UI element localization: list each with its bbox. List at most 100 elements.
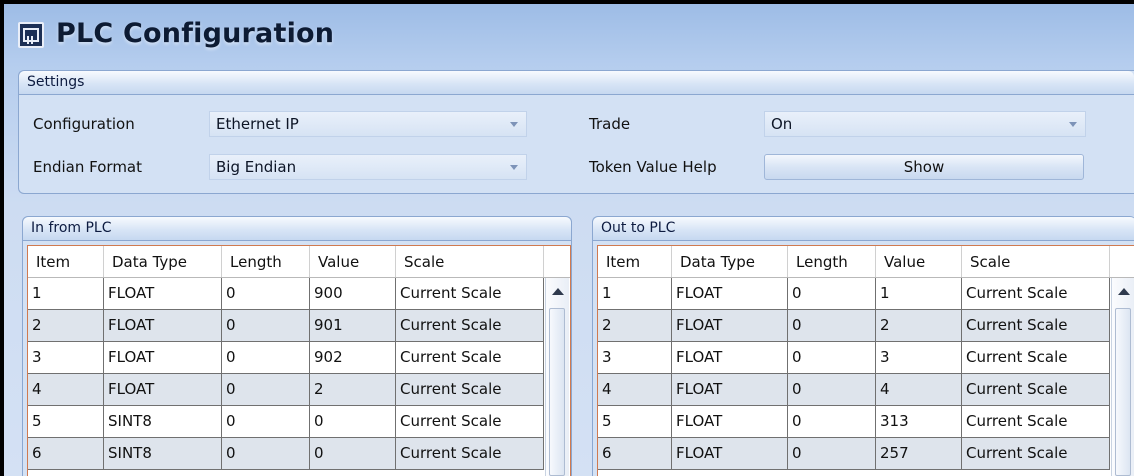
cell-data-type[interactable]: FLOAT bbox=[672, 342, 788, 374]
cell-item[interactable]: 5 bbox=[598, 406, 672, 438]
cell-scale[interactable]: Current Scale bbox=[396, 406, 544, 438]
cell-item[interactable]: 6 bbox=[28, 438, 104, 470]
cell-length[interactable]: 0 bbox=[788, 342, 876, 374]
cell-value[interactable]: 900 bbox=[310, 278, 396, 310]
cell-value[interactable]: 0 bbox=[310, 438, 396, 470]
table-row[interactable]: 5 SINT8 0 0 Current Scale bbox=[28, 406, 544, 438]
cell-value[interactable]: 0 bbox=[310, 406, 396, 438]
table-row[interactable]: 4 FLOAT 0 2 Current Scale bbox=[28, 374, 544, 406]
cell-value[interactable]: 901 bbox=[310, 310, 396, 342]
token-value-help-label: Token Value Help bbox=[589, 158, 717, 176]
table-row[interactable]: 2 FLOAT 0 901 Current Scale bbox=[28, 310, 544, 342]
cell-scale[interactable]: Current Scale bbox=[396, 310, 544, 342]
cell-value[interactable]: 1 bbox=[876, 278, 962, 310]
cell-length[interactable]: 0 bbox=[222, 374, 310, 406]
scrollbar-thumb[interactable] bbox=[1115, 308, 1131, 476]
table-row[interactable]: 1 FLOAT 0 1 Current Scale bbox=[598, 278, 1110, 310]
cell-length[interactable]: 0 bbox=[222, 278, 310, 310]
cell-item[interactable]: 2 bbox=[598, 310, 672, 342]
show-button[interactable]: Show bbox=[764, 154, 1084, 180]
endian-format-dropdown[interactable]: Big Endian bbox=[209, 154, 527, 180]
cell-data-type[interactable]: SINT8 bbox=[104, 438, 222, 470]
trade-dropdown[interactable]: On bbox=[764, 111, 1086, 137]
cell-value[interactable]: 2 bbox=[310, 374, 396, 406]
settings-group: Settings Configuration Ethernet IP Endia… bbox=[18, 70, 1134, 194]
in-from-plc-scrollbar[interactable] bbox=[545, 278, 569, 476]
cell-scale[interactable]: Current Scale bbox=[962, 374, 1110, 406]
table-row[interactable]: 6 FLOAT 0 257 Current Scale bbox=[598, 438, 1110, 470]
scrollbar-thumb[interactable] bbox=[549, 308, 565, 476]
cell-item[interactable]: 1 bbox=[28, 278, 104, 310]
cell-data-type[interactable]: FLOAT bbox=[104, 310, 222, 342]
cell-item[interactable]: 3 bbox=[28, 342, 104, 374]
table-row[interactable]: 3 FLOAT 0 902 Current Scale bbox=[28, 342, 544, 374]
cell-length[interactable]: 0 bbox=[788, 374, 876, 406]
table-row[interactable]: 1 FLOAT 0 900 Current Scale bbox=[28, 278, 544, 310]
cell-value[interactable]: 902 bbox=[310, 342, 396, 374]
in-from-plc-grid[interactable]: Item Data Type Length Value Scale 1 FLOA… bbox=[27, 245, 571, 476]
cell-data-type[interactable]: FLOAT bbox=[672, 374, 788, 406]
scroll-up-arrow-icon[interactable] bbox=[552, 288, 564, 295]
cell-length[interactable]: 0 bbox=[788, 438, 876, 470]
table-row[interactable]: 6 SINT8 0 0 Current Scale bbox=[28, 438, 544, 470]
cell-value[interactable]: 3 bbox=[876, 342, 962, 374]
cell-value[interactable]: 257 bbox=[876, 438, 962, 470]
cell-length[interactable]: 0 bbox=[788, 310, 876, 342]
column-header-length[interactable]: Length bbox=[222, 246, 310, 277]
column-header-data-type[interactable]: Data Type bbox=[672, 246, 788, 277]
column-header-scale[interactable]: Scale bbox=[962, 246, 1110, 277]
cell-scale[interactable]: Current Scale bbox=[962, 342, 1110, 374]
cell-value[interactable]: 313 bbox=[876, 406, 962, 438]
column-header-length[interactable]: Length bbox=[788, 246, 876, 277]
cell-length[interactable]: 0 bbox=[222, 406, 310, 438]
out-to-plc-grid[interactable]: Item Data Type Length Value Scale 1 FLOA… bbox=[597, 245, 1134, 476]
column-header-data-type[interactable]: Data Type bbox=[104, 246, 222, 277]
cell-data-type[interactable]: FLOAT bbox=[104, 374, 222, 406]
cell-scale[interactable]: Current Scale bbox=[962, 310, 1110, 342]
column-header-value[interactable]: Value bbox=[876, 246, 962, 277]
cell-data-type[interactable]: FLOAT bbox=[672, 406, 788, 438]
grid-header-row: Item Data Type Length Value Scale bbox=[598, 246, 1134, 278]
cell-scale[interactable]: Current Scale bbox=[962, 278, 1110, 310]
column-header-scale[interactable]: Scale bbox=[396, 246, 544, 277]
column-header-item[interactable]: Item bbox=[598, 246, 672, 277]
chevron-down-icon bbox=[510, 165, 518, 170]
cell-item[interactable]: 6 bbox=[598, 438, 672, 470]
out-to-plc-scrollbar[interactable] bbox=[1111, 278, 1134, 476]
cell-value[interactable]: 2 bbox=[876, 310, 962, 342]
cell-item[interactable]: 4 bbox=[598, 374, 672, 406]
cell-length[interactable]: 0 bbox=[222, 310, 310, 342]
cell-scale[interactable]: Current Scale bbox=[396, 342, 544, 374]
cell-scale[interactable]: Current Scale bbox=[962, 438, 1110, 470]
cell-length[interactable]: 0 bbox=[222, 438, 310, 470]
table-row[interactable]: 3 FLOAT 0 3 Current Scale bbox=[598, 342, 1110, 374]
cell-length[interactable]: 0 bbox=[788, 406, 876, 438]
table-row[interactable]: 4 FLOAT 0 4 Current Scale bbox=[598, 374, 1110, 406]
cell-data-type[interactable]: FLOAT bbox=[672, 310, 788, 342]
cell-scale[interactable]: Current Scale bbox=[962, 406, 1110, 438]
cell-scale[interactable]: Current Scale bbox=[396, 278, 544, 310]
cell-scale[interactable]: Current Scale bbox=[396, 374, 544, 406]
cell-value[interactable]: 4 bbox=[876, 374, 962, 406]
cell-data-type[interactable]: FLOAT bbox=[672, 438, 788, 470]
cell-length[interactable]: 0 bbox=[222, 342, 310, 374]
settings-header: Settings bbox=[19, 71, 1134, 95]
column-header-item[interactable]: Item bbox=[28, 246, 104, 277]
scroll-up-arrow-icon[interactable] bbox=[1118, 288, 1130, 295]
cell-data-type[interactable]: FLOAT bbox=[104, 278, 222, 310]
cell-item[interactable]: 3 bbox=[598, 342, 672, 374]
cell-item[interactable]: 1 bbox=[598, 278, 672, 310]
table-row[interactable]: 2 FLOAT 0 2 Current Scale bbox=[598, 310, 1110, 342]
cell-data-type[interactable]: FLOAT bbox=[104, 342, 222, 374]
cell-data-type[interactable]: FLOAT bbox=[672, 278, 788, 310]
cell-length[interactable]: 0 bbox=[788, 278, 876, 310]
cell-item[interactable]: 5 bbox=[28, 406, 104, 438]
cell-item[interactable]: 4 bbox=[28, 374, 104, 406]
in-from-plc-header: In from PLC bbox=[23, 217, 571, 241]
configuration-dropdown[interactable]: Ethernet IP bbox=[209, 111, 527, 137]
cell-scale[interactable]: Current Scale bbox=[396, 438, 544, 470]
cell-item[interactable]: 2 bbox=[28, 310, 104, 342]
column-header-value[interactable]: Value bbox=[310, 246, 396, 277]
table-row[interactable]: 5 FLOAT 0 313 Current Scale bbox=[598, 406, 1110, 438]
cell-data-type[interactable]: SINT8 bbox=[104, 406, 222, 438]
